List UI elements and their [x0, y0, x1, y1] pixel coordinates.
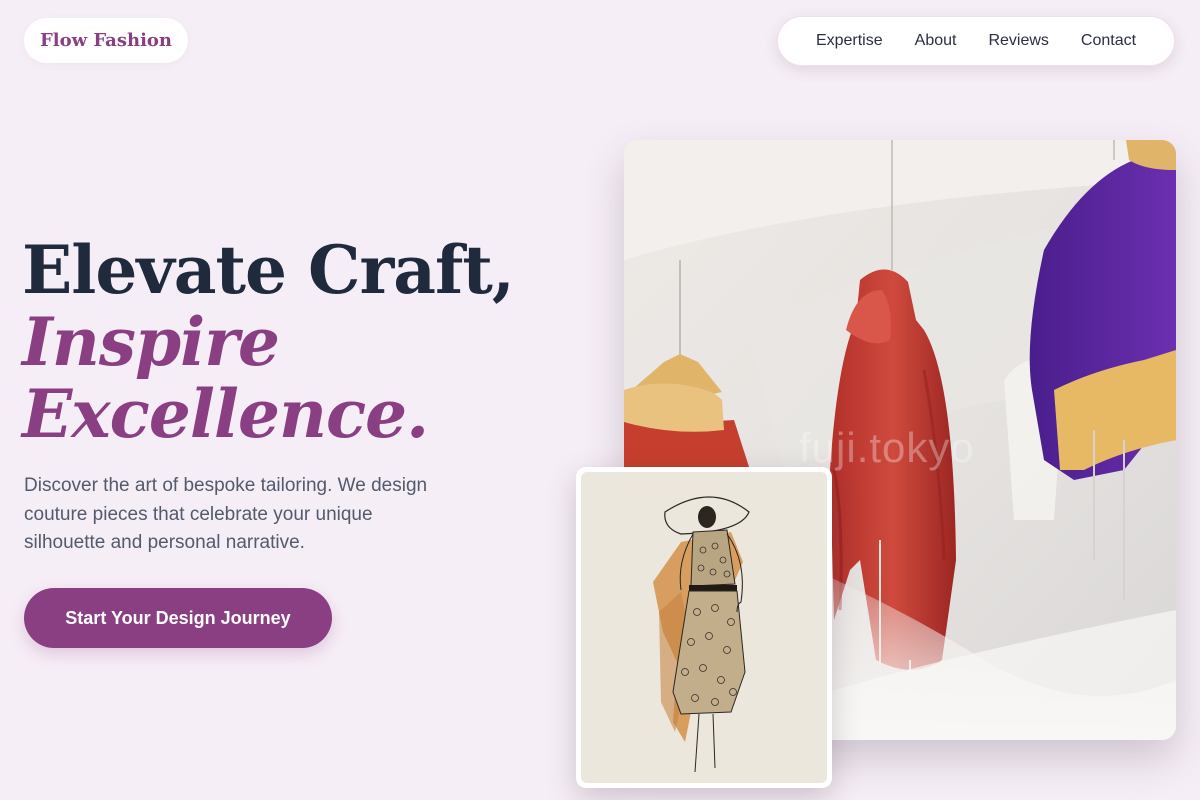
hero-description: Discover the art of bespoke tailoring. W… [24, 475, 428, 553]
hero-title: Elevate Craft, Inspire Excellence. [22, 231, 515, 453]
nav-link-about[interactable]: About [915, 32, 957, 50]
start-design-journey-button[interactable]: Start Your Design Journey [24, 588, 332, 648]
hero-title-line2: Inspire [22, 303, 280, 381]
fashion-sketch-card [576, 467, 832, 788]
main-nav: Expertise About Reviews Contact [777, 16, 1175, 66]
brand-logo[interactable]: Flow Fashion [24, 18, 188, 63]
hero-title-line1: Elevate Craft, [22, 231, 515, 309]
nav-link-reviews[interactable]: Reviews [988, 32, 1048, 50]
fashion-sketch-illustration [581, 472, 827, 783]
nav-link-expertise[interactable]: Expertise [816, 32, 883, 50]
photo-watermark: fuji.tokyo [799, 424, 975, 471]
nav-link-contact[interactable]: Contact [1081, 32, 1136, 50]
hero-title-line3: Excellence. [22, 375, 429, 453]
brand-name: Flow Fashion [40, 30, 172, 51]
